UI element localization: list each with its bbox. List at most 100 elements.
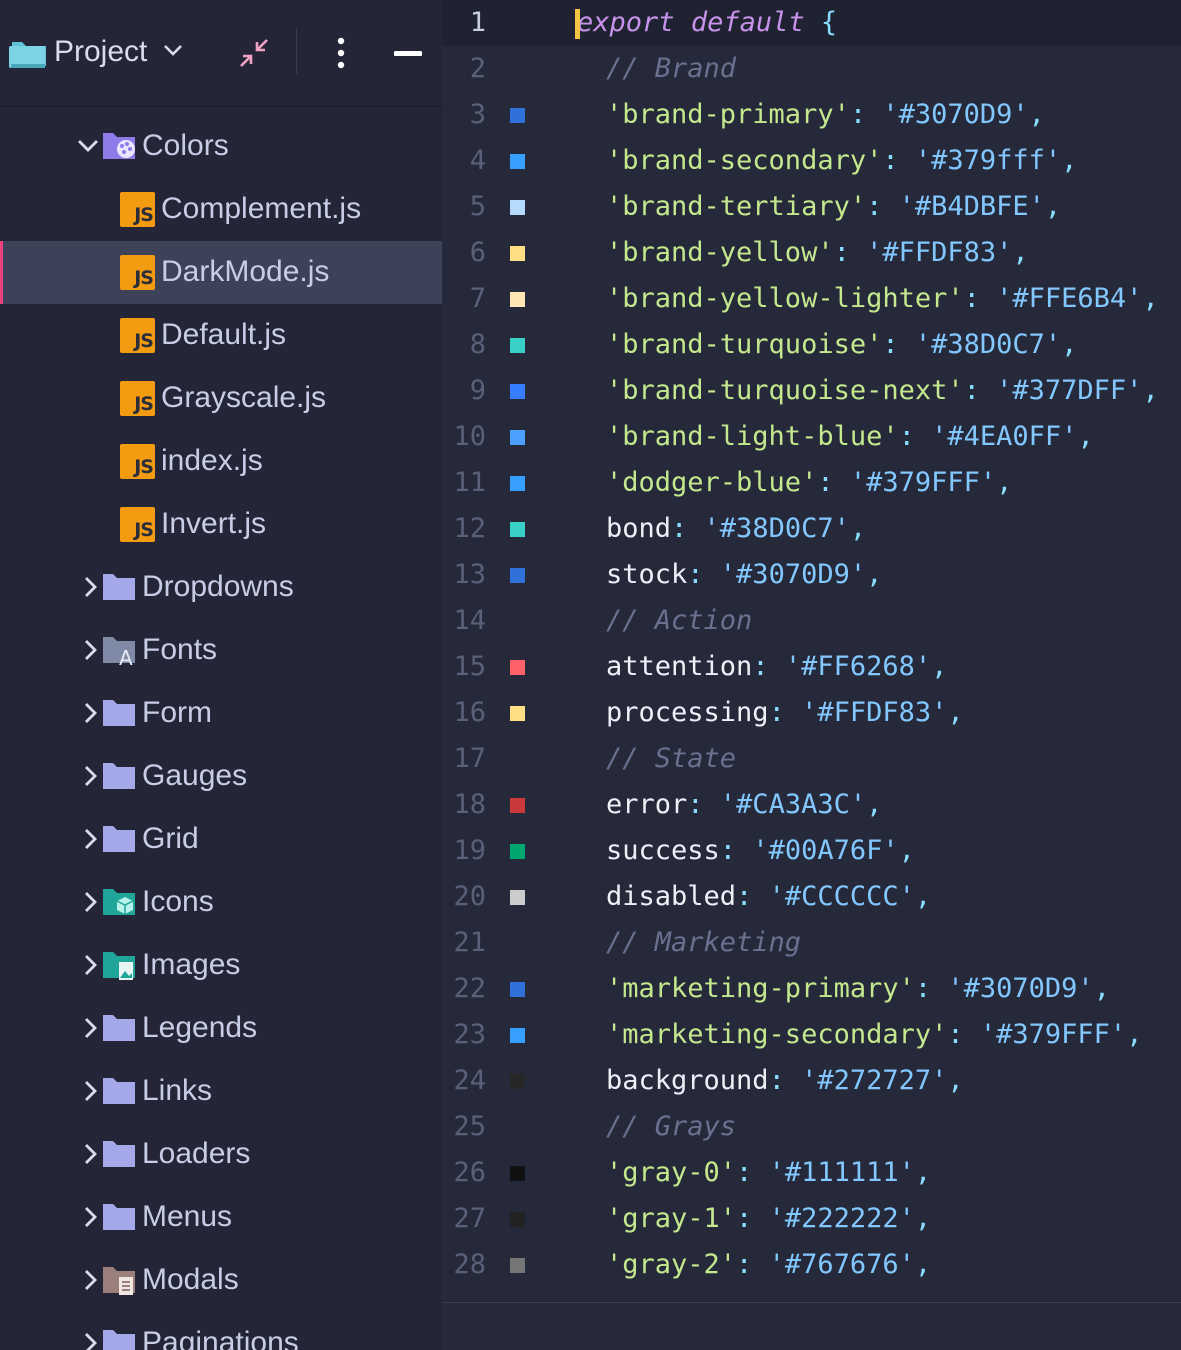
tree-item-index-js[interactable]: JS index.js xyxy=(0,430,442,493)
code-comment: // Grays xyxy=(606,1111,737,1142)
folder-icon xyxy=(103,700,135,726)
code-editor[interactable]: 1 export default {2// Brand 3'brand-primar… xyxy=(442,0,1181,1350)
comma: , xyxy=(1061,329,1078,360)
tree-item-complement-js[interactable]: JS Complement.js xyxy=(0,178,442,241)
tree-item-darkmode-js[interactable]: JS DarkMode.js xyxy=(0,241,442,304)
code-line[interactable]: 25 // Grays xyxy=(442,1104,1181,1150)
collapse-all-icon[interactable] xyxy=(237,36,271,70)
code-line[interactable]: 14 // Action xyxy=(442,598,1181,644)
comma: , xyxy=(1044,191,1062,222)
object-key: 'brand-primary' xyxy=(606,99,850,130)
code-line[interactable]: 24 background: '#272727', xyxy=(442,1058,1181,1104)
object-key: error xyxy=(606,789,688,820)
code-line[interactable]: 19 success: '#00A76F', xyxy=(442,828,1181,874)
code-line[interactable]: 8 'brand-turquoise': '#38D0C7', xyxy=(442,322,1181,368)
code-line[interactable]: 13 stock: '#3070D9', xyxy=(442,552,1181,598)
tree-item-legends[interactable]: Legends xyxy=(0,997,442,1060)
minimize-icon[interactable] xyxy=(394,51,422,56)
code-line[interactable]: 7 'brand-yellow-lighter': '#FFE6B4', xyxy=(442,276,1181,322)
comma: , xyxy=(849,513,867,544)
js-badge-text: JS xyxy=(134,267,154,289)
code-line[interactable]: 9 'brand-turquoise-next': '#377DFF', xyxy=(442,368,1181,414)
tree-item-images[interactable]: Images xyxy=(0,934,442,997)
tree-item-grid[interactable]: Grid xyxy=(0,808,442,871)
tree-item-dropdowns[interactable]: Dropdowns xyxy=(0,556,442,619)
color-swatch xyxy=(510,660,525,675)
object-key: 'marketing-secondary' xyxy=(606,1019,948,1050)
color-swatch xyxy=(510,1212,525,1227)
tree-item-paginations[interactable]: Paginations xyxy=(0,1312,442,1350)
js-badge-text: JS xyxy=(134,393,154,415)
color-value: '#3070D9' xyxy=(719,559,867,590)
tree-item-default-js[interactable]: JS Default.js xyxy=(0,304,442,367)
tree-item-colors[interactable]: Colors xyxy=(0,115,442,178)
code-text: 'brand-yellow-lighter': '#FFE6B4', xyxy=(606,276,1159,322)
tree-item-gauges[interactable]: Gauges xyxy=(0,745,442,808)
comma: , xyxy=(914,1249,932,1280)
code-line[interactable]: 23 'marketing-secondary': '#379FFF', xyxy=(442,1012,1181,1058)
colon: : xyxy=(963,283,997,314)
code-line[interactable]: 22 'marketing-primary': '#3070D9', xyxy=(442,966,1181,1012)
code-line[interactable]: 21 // Marketing xyxy=(442,920,1181,966)
color-swatch xyxy=(510,522,525,537)
folder-icon xyxy=(103,763,135,789)
code-line[interactable]: 20 disabled: '#CCCCCC', xyxy=(442,874,1181,920)
line-number: 19 xyxy=(453,835,486,866)
code-line[interactable]: 27 'gray-1': '#222222', xyxy=(442,1196,1181,1242)
color-swatch xyxy=(510,1028,525,1043)
code-text: 'gray-1': '#222222', xyxy=(606,1196,931,1242)
code-comment: // Brand xyxy=(606,53,737,84)
line-number: 7 xyxy=(469,283,486,314)
code-line[interactable]: 6 'brand-yellow': '#FFDF83', xyxy=(442,230,1181,276)
line-number: 13 xyxy=(453,559,486,590)
color-swatch xyxy=(510,1074,525,1089)
comma: , xyxy=(1093,973,1110,1004)
colon: : xyxy=(947,1019,980,1050)
tree-item-form[interactable]: Form xyxy=(0,682,442,745)
code-line[interactable]: 28 'gray-2': '#767676', xyxy=(442,1242,1181,1288)
code-line[interactable]: 10 'brand-light-blue': '#4EA0FF', xyxy=(442,414,1181,460)
code-text: processing: '#FFDF83', xyxy=(606,690,964,736)
code-line[interactable]: 11 'dodger-blue': '#379FFF', xyxy=(442,460,1181,506)
color-swatch xyxy=(510,476,525,491)
tree-item-menus[interactable]: Menus xyxy=(0,1186,442,1249)
js-badge-text: JS xyxy=(134,204,154,226)
tree-item-fonts[interactable]: A Fonts xyxy=(0,619,442,682)
tree-item-grayscale-js[interactable]: JS Grayscale.js xyxy=(0,367,442,430)
color-value: '#38D0C7' xyxy=(703,513,850,544)
code-line[interactable]: 1 export default { xyxy=(442,0,1181,46)
chevron-down-icon[interactable] xyxy=(162,42,184,58)
color-swatch xyxy=(510,430,525,445)
palette-folder-icon xyxy=(103,133,135,159)
comma: , xyxy=(947,697,964,728)
comma: , xyxy=(914,881,932,912)
code-line[interactable]: 18 error: '#CA3A3C', xyxy=(442,782,1181,828)
code-line[interactable]: 4 'brand-secondary': '#379fff', xyxy=(442,138,1181,184)
code-line[interactable]: 3 'brand-primary': '#3070D9', xyxy=(442,92,1181,138)
more-options-icon[interactable] xyxy=(333,36,349,70)
tree-item-label: Icons xyxy=(142,885,214,918)
color-value: '#379FFF' xyxy=(979,1019,1127,1050)
tree-item-links[interactable]: Links xyxy=(0,1060,442,1123)
code-line[interactable]: 26 'gray-0': '#111111', xyxy=(442,1150,1181,1196)
code-line[interactable]: 15 attention: '#FF6268', xyxy=(442,644,1181,690)
line-number: 27 xyxy=(453,1203,486,1234)
object-key: background xyxy=(606,1065,769,1096)
code-line[interactable]: 17 // State xyxy=(442,736,1181,782)
line-number: 16 xyxy=(453,697,486,728)
chevron-down-icon[interactable] xyxy=(76,134,100,158)
tree-item-icons[interactable]: Icons xyxy=(0,871,442,934)
code-line[interactable]: 5 'brand-tertiary': '#B4DBFE', xyxy=(442,184,1181,230)
code-line[interactable]: 2 // Brand xyxy=(442,46,1181,92)
color-value: '#38D0C7' xyxy=(914,329,1062,360)
code-comment: // State xyxy=(606,743,737,774)
code-line[interactable]: 12 bond: '#38D0C7', xyxy=(442,506,1181,552)
text-cursor xyxy=(575,9,580,39)
tree-item-modals[interactable]: Modals xyxy=(0,1249,442,1312)
tree-item-label: Dropdowns xyxy=(142,570,294,603)
tree-item-invert-js[interactable]: JS Invert.js xyxy=(0,493,442,556)
code-line[interactable]: 16 processing: '#FFDF83', xyxy=(442,690,1181,736)
project-title[interactable]: Project xyxy=(54,35,147,69)
code-comment: // Action xyxy=(606,605,753,636)
tree-item-loaders[interactable]: Loaders xyxy=(0,1123,442,1186)
